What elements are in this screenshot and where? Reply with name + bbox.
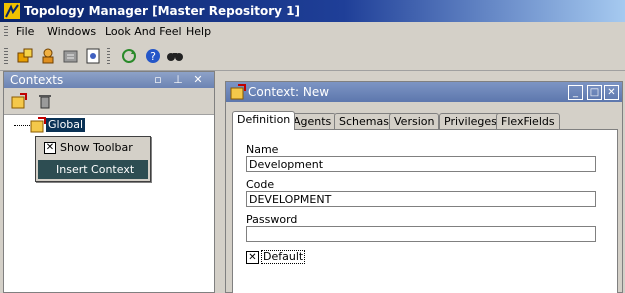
menu-windows[interactable]: Windows: [47, 22, 96, 42]
minimize-icon[interactable]: _: [568, 85, 583, 100]
menu-grip: [4, 26, 8, 38]
context-editor-header: Context: New _ □ ✕: [226, 82, 622, 102]
tab-definition[interactable]: Definition: [232, 111, 296, 130]
default-label[interactable]: Default: [261, 250, 306, 264]
contexts-header: Contexts ▫ ⊥ ✕: [4, 72, 214, 88]
menu-item-show-toolbar[interactable]: ✕ Show Toolbar: [36, 137, 150, 159]
insert-context-label: Insert Context: [56, 163, 135, 176]
topology-icon[interactable]: [16, 47, 34, 65]
show-toolbar-label: Show Toolbar: [60, 141, 133, 154]
code-label: Code: [246, 178, 275, 191]
insert-context-icon[interactable]: [10, 92, 28, 110]
contexts-title: Contexts: [10, 73, 64, 87]
security-icon[interactable]: [40, 47, 58, 65]
menu-help[interactable]: Help: [186, 22, 211, 42]
contexts-toolbar: [4, 88, 214, 115]
designer-icon[interactable]: [84, 47, 102, 65]
help-icon[interactable]: ?: [144, 47, 162, 65]
tab-privileges[interactable]: Privileges: [439, 113, 502, 130]
svg-text:?: ?: [150, 50, 156, 63]
title-bar: Topology Manager [Master Repository 1]: [0, 0, 625, 22]
close-icon[interactable]: ✕: [192, 73, 204, 87]
close-icon[interactable]: ✕: [604, 85, 619, 100]
search-icon[interactable]: [166, 47, 184, 65]
main-toolbar: ?: [0, 42, 625, 71]
context-editor-title: Context: New: [248, 85, 330, 99]
tree-item-global[interactable]: Global: [46, 118, 86, 132]
context-editor-panel: Context: New _ □ ✕ Definition Agents Sch…: [225, 81, 623, 293]
name-field[interactable]: Development: [246, 156, 596, 172]
operator-icon[interactable]: [62, 47, 80, 65]
context-menu: ✕ Show Toolbar Insert Context: [35, 136, 151, 182]
tab-schemas[interactable]: Schemas: [334, 113, 394, 130]
menu-look-and-feel[interactable]: Look And Feel: [105, 22, 182, 42]
password-field[interactable]: [246, 226, 596, 242]
menu-bar: File Windows Look And Feel Help: [0, 22, 625, 42]
restore-icon[interactable]: ▫: [152, 73, 164, 87]
refresh-icon[interactable]: [120, 47, 138, 65]
show-toolbar-checkbox[interactable]: ✕: [44, 142, 56, 154]
contexts-panel: Contexts ▫ ⊥ ✕ Global: [3, 71, 215, 293]
code-field[interactable]: DEVELOPMENT: [246, 191, 596, 207]
password-label: Password: [246, 213, 298, 226]
toolbar-separator: [107, 48, 110, 64]
menu-item-insert-context[interactable]: Insert Context: [38, 160, 148, 179]
definition-tab-content: Name Development Code DEVELOPMENT Passwo…: [232, 129, 618, 293]
maximize-icon[interactable]: □: [587, 85, 602, 100]
default-checkbox[interactable]: ✕: [246, 251, 259, 264]
context-icon: [230, 84, 246, 100]
window-title: Topology Manager [Master Repository 1]: [24, 4, 300, 18]
delete-icon[interactable]: [36, 92, 54, 110]
tab-agents[interactable]: Agents: [288, 113, 337, 130]
tab-flexfields[interactable]: FlexFields: [496, 113, 560, 130]
toolbar-grip: [4, 48, 8, 64]
name-label: Name: [246, 143, 279, 156]
app-icon: [4, 3, 20, 19]
tree-connector: [14, 125, 30, 127]
tab-version[interactable]: Version: [389, 113, 440, 130]
context-icon: [30, 117, 46, 133]
menu-file[interactable]: File: [16, 22, 34, 42]
pin-icon[interactable]: ⊥: [172, 73, 184, 87]
